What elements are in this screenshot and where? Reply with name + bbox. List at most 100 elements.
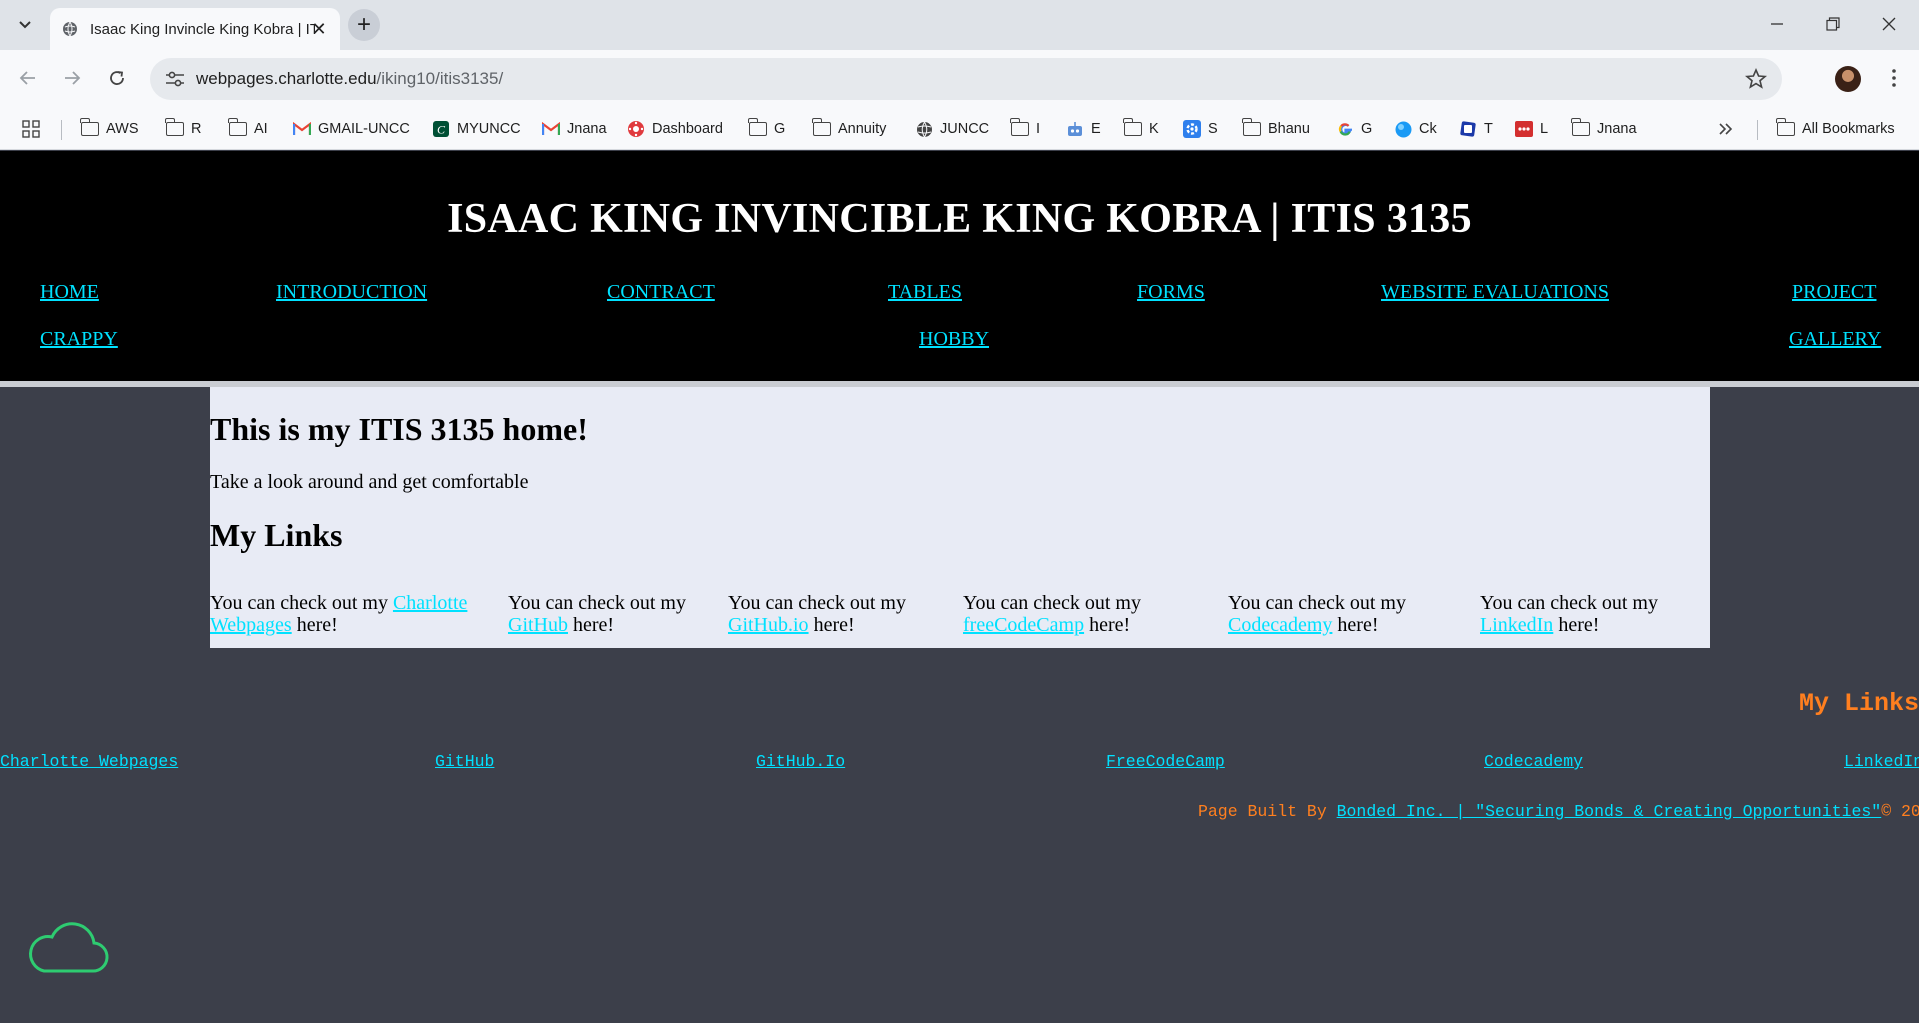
nav-gallery[interactable]: GALLERY [1789,328,1881,351]
links-heading: My Links [210,517,343,553]
bookmark-item[interactable]: GMAIL-UNCC [293,118,410,140]
folder-icon [1123,118,1142,137]
bookmark-item[interactable]: I [1010,118,1040,140]
footer-codecademy-link[interactable]: Codecademy [1484,752,1583,771]
link-suffix: here! [813,614,855,636]
folder-icon [812,118,831,137]
link-prefix: You can check out my [1480,592,1658,614]
link-suffix: here! [573,614,615,636]
new-tab-button[interactable]: + [348,9,380,41]
bookmark-item[interactable]: L [1515,118,1548,140]
link-suffix: here! [1089,614,1131,636]
bookmark-item[interactable]: G [1336,118,1372,140]
all-bookmarks-button[interactable]: All Bookmarks [1776,118,1895,140]
nav-project[interactable]: PROJECT [1792,281,1876,304]
t-icon [1459,121,1477,137]
close-tab-icon[interactable]: ✕ [310,20,328,38]
minimize-icon [1771,23,1783,25]
welcome-text: Take a look around and get comfortable [210,471,529,493]
bookmark-label: G [1361,121,1373,137]
uncc-icon: C [432,121,450,137]
bonded-inc-link[interactable]: Bonded Inc. | "Securing Bonds & Creating… [1337,802,1882,821]
cloud-icon [29,922,109,973]
github-link[interactable]: GitHub [508,614,568,636]
restore-button[interactable] [1818,10,1848,38]
link-prefix: You can check out my [728,592,906,614]
footer-githubio-link[interactable]: GitHub.Io [756,752,845,771]
bookmark-item[interactable]: K [1123,118,1159,140]
nav-introduction[interactable]: INTRODUCTION [276,281,427,304]
bookmark-item[interactable]: Annuity [812,118,886,140]
reload-button[interactable] [103,64,131,92]
githubio-link[interactable]: GitHub.io [728,614,809,636]
nav-hobby[interactable]: HOBBY [919,328,989,351]
bookmark-star-icon[interactable] [1744,67,1768,91]
tab-title: Isaac King Invincle King Kobra | ITIS 31… [90,20,315,38]
chevron-down-icon [19,21,31,29]
bookmark-item[interactable]: Jnana [542,118,607,140]
apps-button[interactable] [22,118,40,140]
footer-freecodecamp-link[interactable]: FreeCodeCamp [1106,752,1225,771]
freecodecamp-link[interactable]: freeCodeCamp [963,614,1084,636]
bookmark-item[interactable]: JUNCC [915,118,989,140]
nav-contract[interactable]: CONTRACT [607,281,715,304]
active-tab[interactable]: Isaac King Invincle King Kobra | ITIS 31… [50,8,340,50]
bookmark-item[interactable]: E [1066,118,1101,140]
codecademy-link[interactable]: Codecademy [1228,614,1332,636]
bookmark-label: MYUNCC [457,121,521,137]
nav-website-evaluations[interactable]: WEBSITE EVALUATIONS [1381,281,1609,304]
bookmark-item[interactable]: G [748,118,786,140]
nav-forms[interactable]: FORMS [1137,281,1205,304]
footer-linkedin-link[interactable]: LinkedIn [1844,752,1919,771]
bookmark-item[interactable]: Dashboard [627,118,723,140]
minimize-button[interactable] [1762,10,1792,38]
gear-icon [1183,120,1201,138]
nav-home[interactable]: HOME [40,281,99,304]
footer-charlotte-webpages-link[interactable]: Charlotte Webpages [0,752,178,771]
bookmark-label: AWS [106,121,139,137]
bookmark-item[interactable]: AWS [80,118,139,140]
link-cell-codecademy: You can check out my Codecademy here! [1228,592,1448,636]
all-bookmarks-label: All Bookmarks [1802,121,1895,137]
footer-github-link[interactable]: GitHub [435,752,494,771]
nav-tables[interactable]: TABLES [888,281,962,304]
folder-icon [1571,118,1590,137]
reload-icon [110,71,124,85]
browser-menu-button[interactable] [1882,64,1906,92]
close-window-button[interactable] [1874,10,1904,38]
bookmark-item[interactable]: T [1459,118,1493,140]
bookmark-item[interactable]: C MYUNCC [432,118,521,140]
bookmark-label: G [774,121,786,137]
bookmark-item[interactable]: Ck [1394,118,1437,140]
link-cell-linkedin: You can check out my LinkedIn here! [1480,592,1690,636]
tab-search-button[interactable] [12,12,38,38]
bookmarks-bar: AWS R AI GMAIL-UNCC C MYUNCC Jnana Dashbo… [0,108,1919,150]
folder-icon [1010,118,1029,137]
bookmark-item[interactable]: Bhanu [1242,118,1310,140]
bookmark-item[interactable]: AI [228,118,268,140]
bookmark-item[interactable]: R [165,118,202,140]
bookmark-label: R [191,121,202,137]
link-prefix: You can check out my [508,592,686,614]
more-vert-icon [1892,69,1896,87]
site-header: ISAAC KING INVINCIBLE KING KOBRA | ITIS … [0,151,1919,381]
forward-button[interactable] [58,64,86,92]
back-button[interactable] [14,64,42,92]
url-path: /iking10/itis3135/ [376,69,504,88]
site-info-button[interactable] [162,67,188,91]
bookmark-item[interactable]: S [1183,118,1218,140]
gmail-icon [542,121,560,137]
profile-avatar[interactable] [1835,66,1861,92]
nav-crappy[interactable]: CRAPPY [40,328,118,351]
linkedin-link[interactable]: LinkedIn [1480,614,1553,636]
folder-icon [165,118,184,137]
link-prefix: You can check out my [963,592,1141,614]
bookmark-item[interactable]: Jnana [1571,118,1637,140]
address-bar[interactable]: webpages.charlotte.edu/iking10/itis3135/ [150,58,1782,100]
red-grid-icon [1515,121,1533,137]
gmail-icon [293,121,311,137]
restore-icon [1826,17,1840,31]
link-suffix: here! [1558,614,1600,636]
more-bookmarks-button[interactable] [1718,118,1734,140]
bookmark-label: GMAIL-UNCC [318,121,410,137]
